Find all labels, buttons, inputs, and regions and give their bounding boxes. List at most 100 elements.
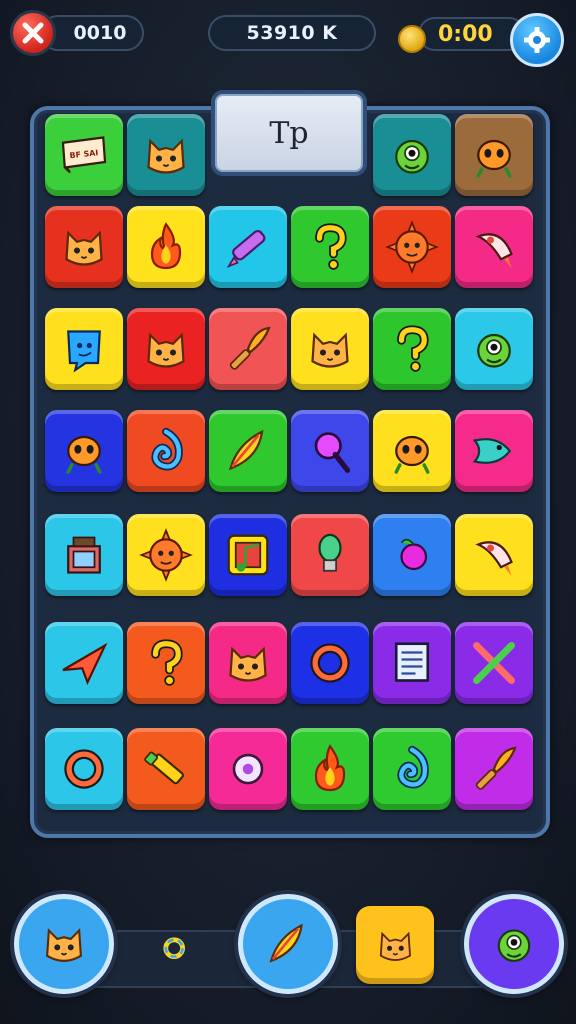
ring-icon (310, 643, 350, 683)
gear-icon (163, 937, 185, 959)
crossed-icon (473, 642, 515, 684)
fire-icon (314, 744, 346, 792)
tile-r3-c1[interactable] (45, 308, 123, 390)
gear-icon (524, 27, 550, 53)
tile-r2-c6[interactable] (455, 206, 533, 288)
crayon-icon (144, 751, 184, 785)
tile-r4-c4[interactable] (291, 410, 369, 492)
brush-icon (475, 746, 517, 790)
question-icon (315, 223, 347, 270)
disc-icon (232, 753, 264, 785)
magnifier-icon (314, 432, 351, 473)
sun-face-icon (139, 528, 193, 582)
berry-icon (400, 538, 428, 571)
box-icon (67, 536, 101, 574)
cat-icon (229, 646, 267, 682)
tile-r6-c3[interactable] (209, 622, 287, 704)
music-icon (227, 534, 269, 576)
tile-r1-c6[interactable] (455, 114, 533, 196)
close-button[interactable] (10, 10, 56, 56)
tile-r2-c5[interactable] (373, 206, 451, 288)
pen-icon (226, 229, 266, 269)
tile-r5-c6[interactable] (455, 514, 533, 596)
note-icon (394, 642, 430, 682)
close-icon (22, 22, 44, 44)
dock-button-2[interactable] (142, 916, 206, 980)
cat-icon (379, 931, 411, 961)
tile-r7-c5[interactable] (373, 728, 451, 810)
tile-r4-c5[interactable] (373, 410, 451, 492)
tile-r2-c3[interactable] (209, 206, 287, 288)
feather-icon (269, 923, 303, 963)
cat-icon (65, 230, 103, 266)
dock-button-3[interactable] (238, 894, 338, 994)
sign-icon: BF SAI (61, 136, 107, 174)
tile-r5-c3[interactable] (209, 514, 287, 596)
dock-button-1[interactable] (14, 894, 114, 994)
dock-button-4[interactable] (356, 906, 434, 984)
tile-r5-c4[interactable] (291, 514, 369, 596)
tile-r5-c2[interactable] (127, 514, 205, 596)
tile-r4-c3[interactable] (209, 410, 287, 492)
bulb-icon (318, 533, 342, 572)
tile-r3-c2[interactable] (127, 308, 205, 390)
monster-icon (477, 333, 511, 368)
tile-r2-c1[interactable] (45, 206, 123, 288)
tile-r1-c1[interactable]: BF SAI (45, 114, 123, 196)
rocket-icon (475, 541, 513, 576)
tile-r6-c4[interactable] (291, 622, 369, 704)
tile-r6-c2[interactable] (127, 622, 205, 704)
score-display: 53910 K (208, 15, 376, 51)
fish-icon (472, 438, 512, 464)
tile-r4-c6[interactable] (455, 410, 533, 492)
top-hud: 0010 53910 K 0:00 (0, 8, 576, 67)
tile-r6-c6[interactable] (455, 622, 533, 704)
tile-r7-c6[interactable] (455, 728, 533, 810)
settings-button[interactable] (510, 13, 564, 67)
score-value: 53910 K (246, 22, 338, 44)
tile-r5-c1[interactable] (45, 514, 123, 596)
tile-r6-c5[interactable] (373, 622, 451, 704)
tile-r4-c2[interactable] (127, 410, 205, 492)
tile-r7-c2[interactable] (127, 728, 205, 810)
cat-icon (147, 138, 185, 174)
tile-r3-c5[interactable] (373, 308, 451, 390)
fire-icon (150, 222, 182, 270)
spiral-icon (151, 427, 183, 471)
tile-r2-c2[interactable] (127, 206, 205, 288)
plane-icon (62, 642, 108, 686)
coin-icon (398, 25, 426, 53)
alien-icon (476, 139, 512, 178)
tile-r6-c1[interactable] (45, 622, 123, 704)
feather-icon (228, 429, 264, 471)
tile-r3-c3[interactable] (209, 308, 287, 390)
tile-r3-c6[interactable] (455, 308, 533, 390)
tile-r1-c2[interactable] (127, 114, 205, 196)
tip-label: Tp (269, 115, 309, 151)
dock-button-5[interactable] (464, 894, 564, 994)
alien-icon (394, 435, 430, 474)
spiral-icon (397, 745, 429, 789)
tile-r7-c4[interactable] (291, 728, 369, 810)
ring-icon (64, 749, 104, 789)
tile-r3-c4[interactable] (291, 308, 369, 390)
alien-icon (66, 435, 102, 474)
question-icon (151, 639, 183, 686)
cat-icon (311, 332, 349, 368)
tile-r4-c1[interactable] (45, 410, 123, 492)
question-icon (397, 325, 429, 372)
tip-box[interactable]: Tp (211, 90, 367, 176)
tile-r7-c3[interactable] (209, 728, 287, 810)
monster-icon (395, 139, 429, 174)
cat-icon (46, 928, 82, 962)
bottom-dock (0, 888, 576, 1024)
tile-r2-c4[interactable] (291, 206, 369, 288)
rocket-icon (475, 233, 513, 268)
tile-grid: BF SAI (45, 114, 533, 824)
tile-r7-c1[interactable] (45, 728, 123, 810)
tile-r1-c5[interactable] (373, 114, 451, 196)
tile-r5-c5[interactable] (373, 514, 451, 596)
sun-face-icon (385, 220, 439, 274)
timer-value: 0:00 (438, 21, 493, 47)
ghost-icon (67, 330, 101, 373)
